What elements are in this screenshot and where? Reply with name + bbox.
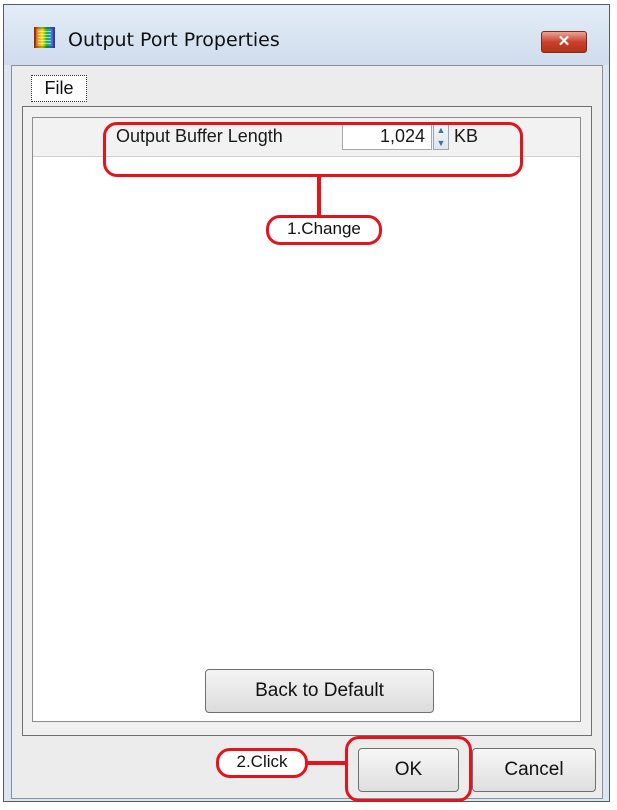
settings-panel-inner: Output Buffer Length 1,024 ▲ ▼ KB [32,117,581,722]
change-callout-line [317,176,321,218]
properties-dialog: Output Port Properties ✕ File Output Buf… [3,4,610,802]
window-title: Output Port Properties [68,29,280,51]
title-bar: Output Port Properties ✕ [4,5,609,65]
click-callout-label: 2.Click [216,748,308,778]
change-callout-box [103,122,523,177]
app-icon [34,27,55,48]
click-callout-line [307,761,347,765]
settings-panel: Output Buffer Length 1,024 ▲ ▼ KB [22,106,592,736]
cancel-button[interactable]: Cancel [472,748,596,792]
close-button[interactable]: ✕ [541,31,587,53]
menu-file[interactable]: File [31,75,87,102]
menu-bar: File [12,66,602,106]
ok-button[interactable]: OK [358,748,459,792]
change-callout-label: 1.Change [266,215,382,245]
back-to-default-button[interactable]: Back to Default [205,669,434,713]
